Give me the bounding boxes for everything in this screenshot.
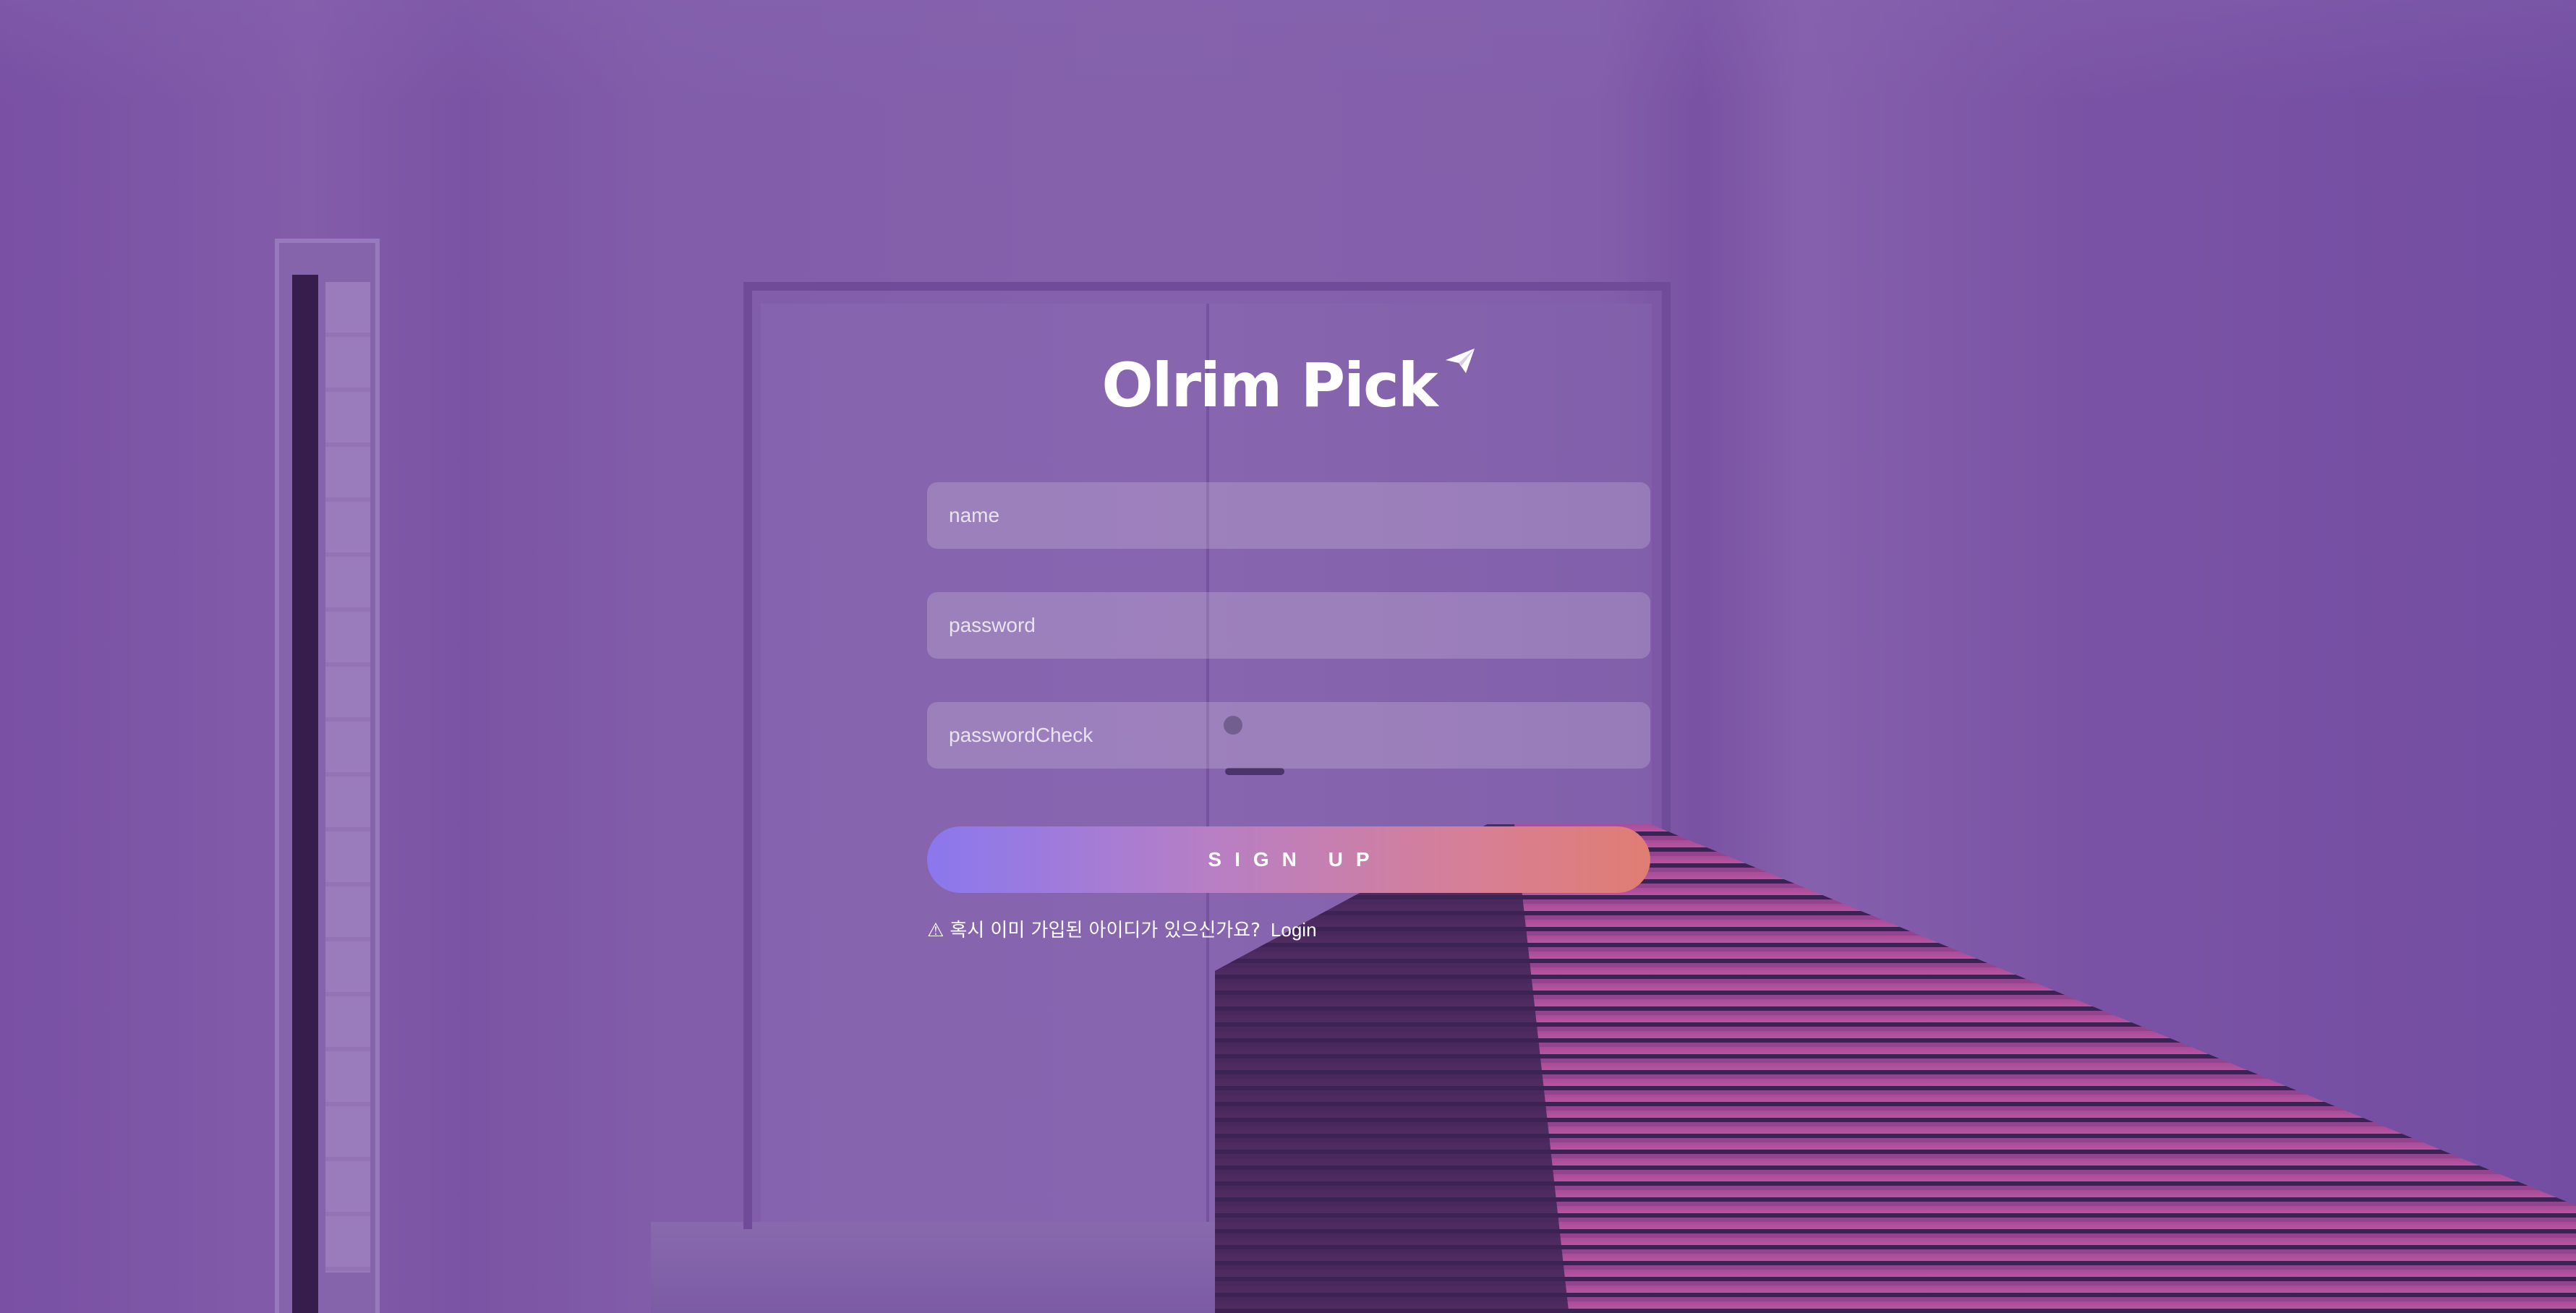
password-input[interactable]	[927, 592, 1650, 659]
login-link[interactable]: Login	[1271, 919, 1317, 941]
paper-plane-icon	[1444, 347, 1476, 376]
existing-account-notice: ⚠ 혹시 이미 가입된 아이디가 있으신가요? Login	[927, 915, 1317, 942]
brand-title: Olrim Pick	[1101, 350, 1438, 421]
existing-account-text: 혹시 이미 가입된 아이디가 있으신가요?	[950, 920, 1261, 941]
name-input[interactable]	[927, 482, 1650, 549]
password-check-input[interactable]	[927, 702, 1650, 769]
warning-icon: ⚠	[927, 920, 944, 941]
signup-form-container: Olrim Pick SIGN UP ⚠ 혹시 이미 가입된 아이디가 있으신가요…	[927, 0, 1650, 1313]
brand-logo: Olrim Pick	[927, 347, 1650, 421]
signup-button[interactable]: SIGN UP	[927, 826, 1650, 893]
